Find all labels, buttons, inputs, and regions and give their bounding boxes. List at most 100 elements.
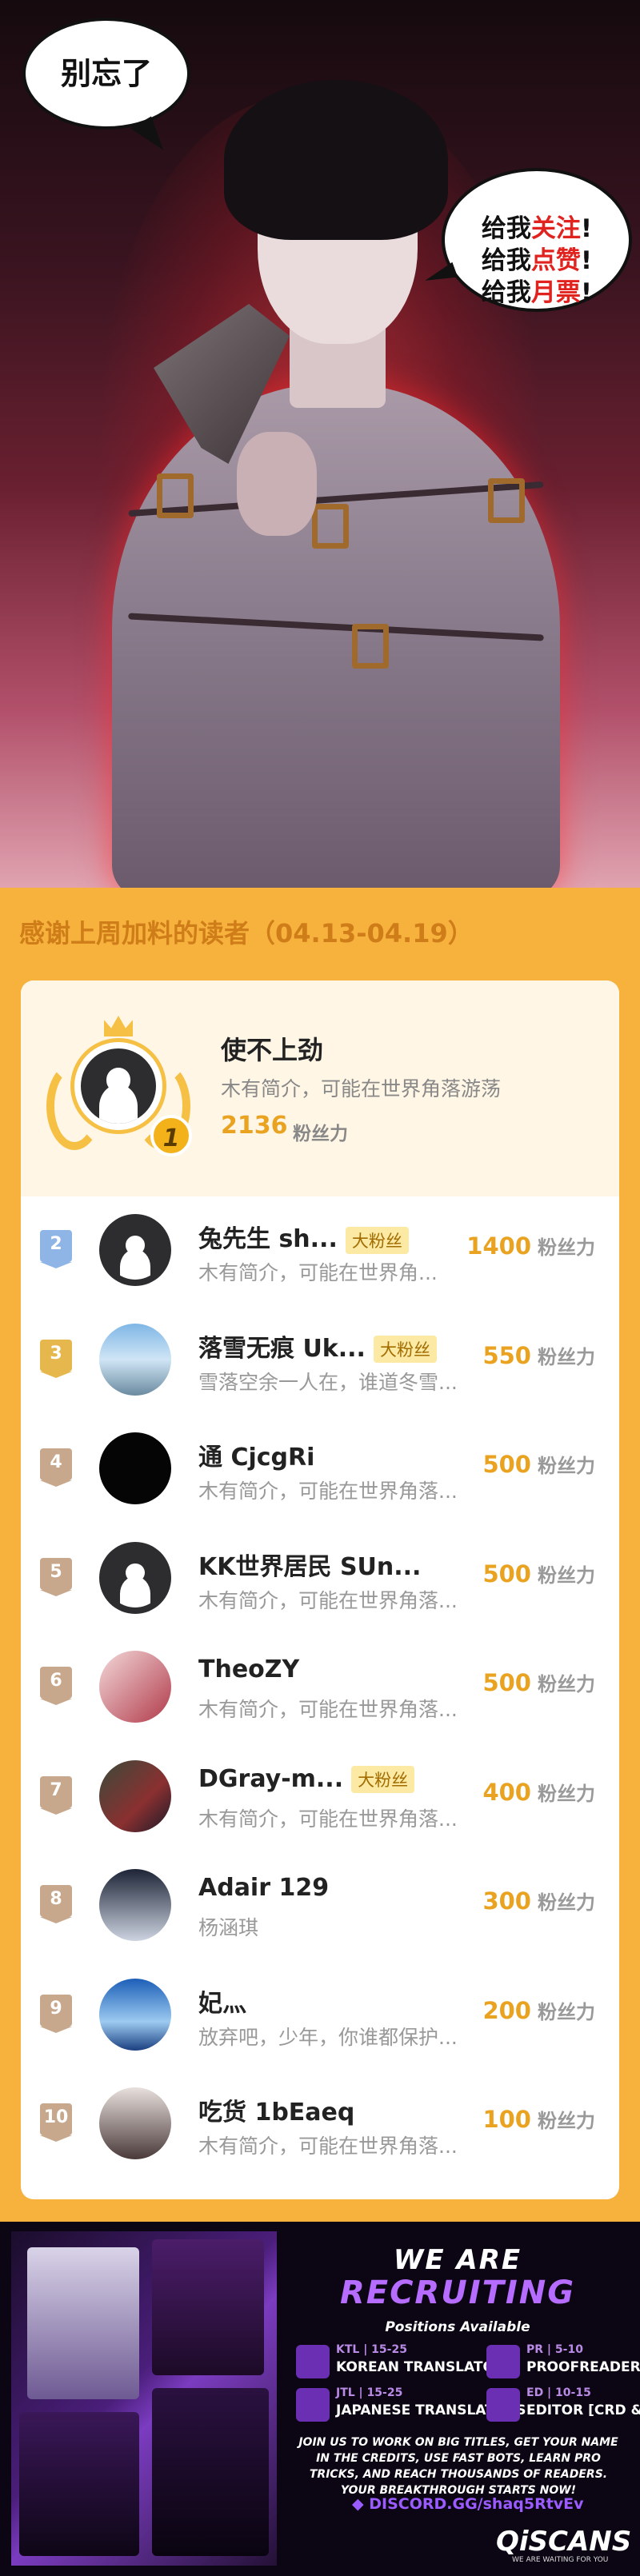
reader-name-line: 通 CjcgRi	[198, 1437, 314, 1472]
reader-row[interactable]: 7 DGray-m... 大粉丝 木有简介，可能在世界角落... 400 粉丝力	[21, 1743, 619, 1851]
reader-name-line: DGray-m... 大粉丝	[198, 1765, 415, 1793]
reader-row[interactable]: 6 TheoZY 木有简介，可能在世界角落... 500 粉丝力	[21, 1633, 619, 1742]
discord-link[interactable]: ◆ DISCORD.GG/shaq5RtvEv	[352, 2495, 584, 2513]
ad-description: JOIN US TO WORK ON BIG TITLES, GET YOUR …	[298, 2436, 618, 2497]
reader-name: Adair 129	[198, 1874, 330, 1902]
reader-avatar	[99, 1651, 171, 1723]
rank-badge: 8	[40, 1885, 72, 1923]
reader-fans: 200 粉丝力	[482, 1996, 595, 2024]
reader-avatar	[99, 2087, 171, 2159]
reader-row[interactable]: 3 落雪无痕 Uk... 大粉丝 雪落空余一人在，谁道冬雪... 550 粉丝力	[21, 1306, 619, 1415]
edit-icon	[486, 2388, 520, 2422]
bubble-line-prefix: 给我	[481, 278, 531, 307]
reader-row[interactable]: 9 妃灬放弃吧，少年，你谁都保护... 200 粉丝力	[21, 1961, 619, 2070]
ad-subtitle: Positions Available	[385, 2319, 530, 2335]
reader-fans: 300 粉丝力	[482, 1887, 595, 1915]
rank-badge: 5	[40, 1557, 72, 1596]
reader-intro: 雪落空余一人在，谁道冬雪...	[198, 1370, 458, 1394]
reader-avatar	[99, 1214, 171, 1286]
reader-name-line: 吃货 1bEaeq	[198, 2092, 354, 2127]
fans-unit: 粉丝力	[538, 1891, 595, 1914]
straitjacket	[112, 384, 560, 888]
section-title: 感谢上周加料的读者（04.13-04.19）	[19, 918, 474, 949]
role-code: KTL | 15-25	[336, 2343, 407, 2356]
ad-headline-accent: RECRUITING	[339, 2274, 576, 2311]
reader-intro: 木有简介，可能在世界角落...	[198, 1588, 458, 1612]
recruiting-ad[interactable]: WE ARE RECRUITING Positions Available KT…	[0, 2222, 640, 2576]
strap	[128, 613, 544, 641]
fans-unit: 粉丝力	[538, 1564, 595, 1587]
reader-name-line: KK世界居民 SUn...	[198, 1547, 421, 1582]
role-code: JTL | 15-25	[336, 2386, 403, 2399]
role-editor: ED | 10-15 EDITOR [CRD & TS]	[486, 2386, 640, 2425]
reader-name: TheoZY	[198, 1655, 300, 1683]
big-fan-badge: 大粉丝	[351, 1766, 415, 1793]
reader-name: KK世界居民 SUn...	[198, 1552, 422, 1581]
reader-fans: 500 粉丝力	[482, 1560, 595, 1588]
fans-value: 1400	[466, 1232, 531, 1260]
fans-value: 500	[482, 1669, 531, 1696]
reader-row[interactable]: 4 通 CjcgRi 木有简介，可能在世界角落... 500 粉丝力	[21, 1415, 619, 1524]
buckle	[157, 473, 194, 518]
reader-name-line: 兔先生 sh... 大粉丝	[198, 1219, 409, 1254]
role-title: PROOFREADERS	[526, 2359, 640, 2375]
rank-medal: 1	[150, 1115, 192, 1156]
fans-unit: 粉丝力	[538, 1673, 595, 1695]
buckle	[352, 624, 389, 669]
reader-intro: 木有简介，可能在世界角...	[198, 1261, 438, 1284]
proofread-icon	[486, 2345, 520, 2378]
character-panel	[152, 2388, 269, 2556]
fans-unit: 粉丝力	[538, 1236, 595, 1259]
role-korean: KTL | 15-25 KOREAN TRANSLATORS	[296, 2343, 514, 2382]
rank-badge: 9	[40, 1994, 72, 2033]
logo-tagline: WE ARE WAITING FOR YOU	[512, 2556, 609, 2564]
fans-unit: 粉丝力	[538, 2110, 595, 2132]
bubble-line-prefix: 给我	[481, 246, 531, 275]
reader-ranking-card: 1 使不上劲 木有简介，可能在世界角落游荡 2136 粉丝力 2 兔先生 sh..…	[21, 980, 619, 2199]
fans-value: 550	[482, 1341, 531, 1369]
bubble-line-suffix: !	[580, 214, 593, 243]
role-title: EDITOR [CRD & TS]	[526, 2402, 640, 2418]
fans-value: 200	[482, 1996, 531, 2024]
default-avatar-icon	[106, 1220, 165, 1280]
discord-icon: ◆	[352, 2495, 370, 2513]
buckle	[312, 504, 349, 549]
fans-value: 500	[482, 1560, 531, 1588]
reader-name: 妃灬	[198, 1989, 246, 2018]
default-avatar-icon	[106, 1548, 165, 1608]
ad-artwork	[11, 2231, 277, 2566]
rank-badge: 10	[40, 2103, 72, 2142]
reader-row[interactable]: 10 吃货 1bEaeq 木有简介，可能在世界角落... 100 粉丝力	[21, 2070, 619, 2179]
bubble-line: 给我点赞!	[445, 245, 629, 277]
bubble-line: 给我月票!	[445, 277, 629, 309]
role-japanese: JTL | 15-25 JAPANESE TRANSLATORS	[296, 2386, 526, 2425]
qiscans-logo: QiSCANS	[496, 2526, 632, 2558]
reader-row[interactable]: 5 KK世界居民 SUn... 木有简介，可能在世界角落... 500 粉丝力	[21, 1524, 619, 1633]
default-avatar-icon	[81, 1048, 156, 1124]
rank-badge: 7	[40, 1775, 72, 1815]
fans-unit: 粉丝力	[538, 1782, 595, 1805]
fans-unit: 粉丝力	[538, 2000, 595, 2023]
big-fan-badge: 大粉丝	[373, 1336, 437, 1363]
reader-fans: 400 粉丝力	[482, 1778, 595, 1806]
reader-fans: 500 粉丝力	[482, 1450, 595, 1478]
reader-intro: 放弃吧，少年，你谁都保护...	[198, 2025, 458, 2049]
role-code: PR | 5-10	[526, 2343, 583, 2356]
bubble-line-highlight: 点赞	[530, 246, 581, 275]
reader-name-line: TheoZY	[198, 1655, 299, 1683]
bubble-left-text: 别忘了	[60, 56, 152, 91]
rank-badge: 3	[40, 1339, 72, 1378]
reader-avatar	[99, 1541, 171, 1614]
character-panel	[27, 2247, 139, 2399]
bubble-line-suffix: !	[580, 246, 593, 275]
bubble-line-highlight: 月票	[530, 278, 581, 307]
top-reader[interactable]: 1 使不上劲 木有简介，可能在世界角落游荡 2136 粉丝力	[21, 980, 619, 1196]
reader-row[interactable]: 2 兔先生 sh... 大粉丝 木有简介，可能在世界角... 1400 粉丝力	[21, 1196, 619, 1305]
fans-value: 300	[482, 1887, 531, 1915]
reader-avatar	[99, 1432, 171, 1504]
discord-link-text: DISCORD.GG/shaq5RtvEv	[369, 2495, 584, 2513]
bubble-line-highlight: 关注	[530, 214, 581, 243]
role-code: ED | 10-15	[526, 2386, 591, 2399]
hand	[237, 432, 317, 536]
reader-row[interactable]: 8 Adair 129 杨涵琪 300 粉丝力	[21, 1851, 619, 1960]
